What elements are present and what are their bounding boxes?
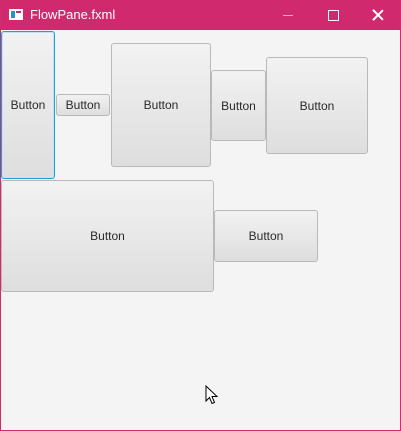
- window-title: FlowPane.fxml: [30, 7, 116, 22]
- flow-button-3[interactable]: Button: [111, 43, 211, 167]
- flow-button-4[interactable]: Button: [211, 70, 266, 141]
- title-bar[interactable]: FlowPane.fxml: [1, 1, 400, 30]
- close-icon: [372, 9, 384, 21]
- minimize-icon: [283, 15, 293, 16]
- close-button[interactable]: [355, 1, 401, 30]
- mouse-pointer-icon: [205, 385, 219, 405]
- flow-button-5[interactable]: Button: [266, 57, 368, 154]
- flow-button-6[interactable]: Button: [1, 180, 214, 292]
- app-icon: [9, 9, 23, 20]
- maximize-button[interactable]: [311, 1, 357, 30]
- flow-pane: Button Button Button Button Button Butto…: [1, 30, 400, 430]
- application-window: FlowPane.fxml Button Button Button Butto…: [0, 0, 401, 431]
- minimize-button[interactable]: [265, 1, 311, 30]
- flow-button-1[interactable]: Button: [1, 31, 55, 179]
- flow-button-7[interactable]: Button: [214, 210, 318, 262]
- flow-button-2[interactable]: Button: [56, 94, 110, 116]
- maximize-icon: [328, 10, 339, 21]
